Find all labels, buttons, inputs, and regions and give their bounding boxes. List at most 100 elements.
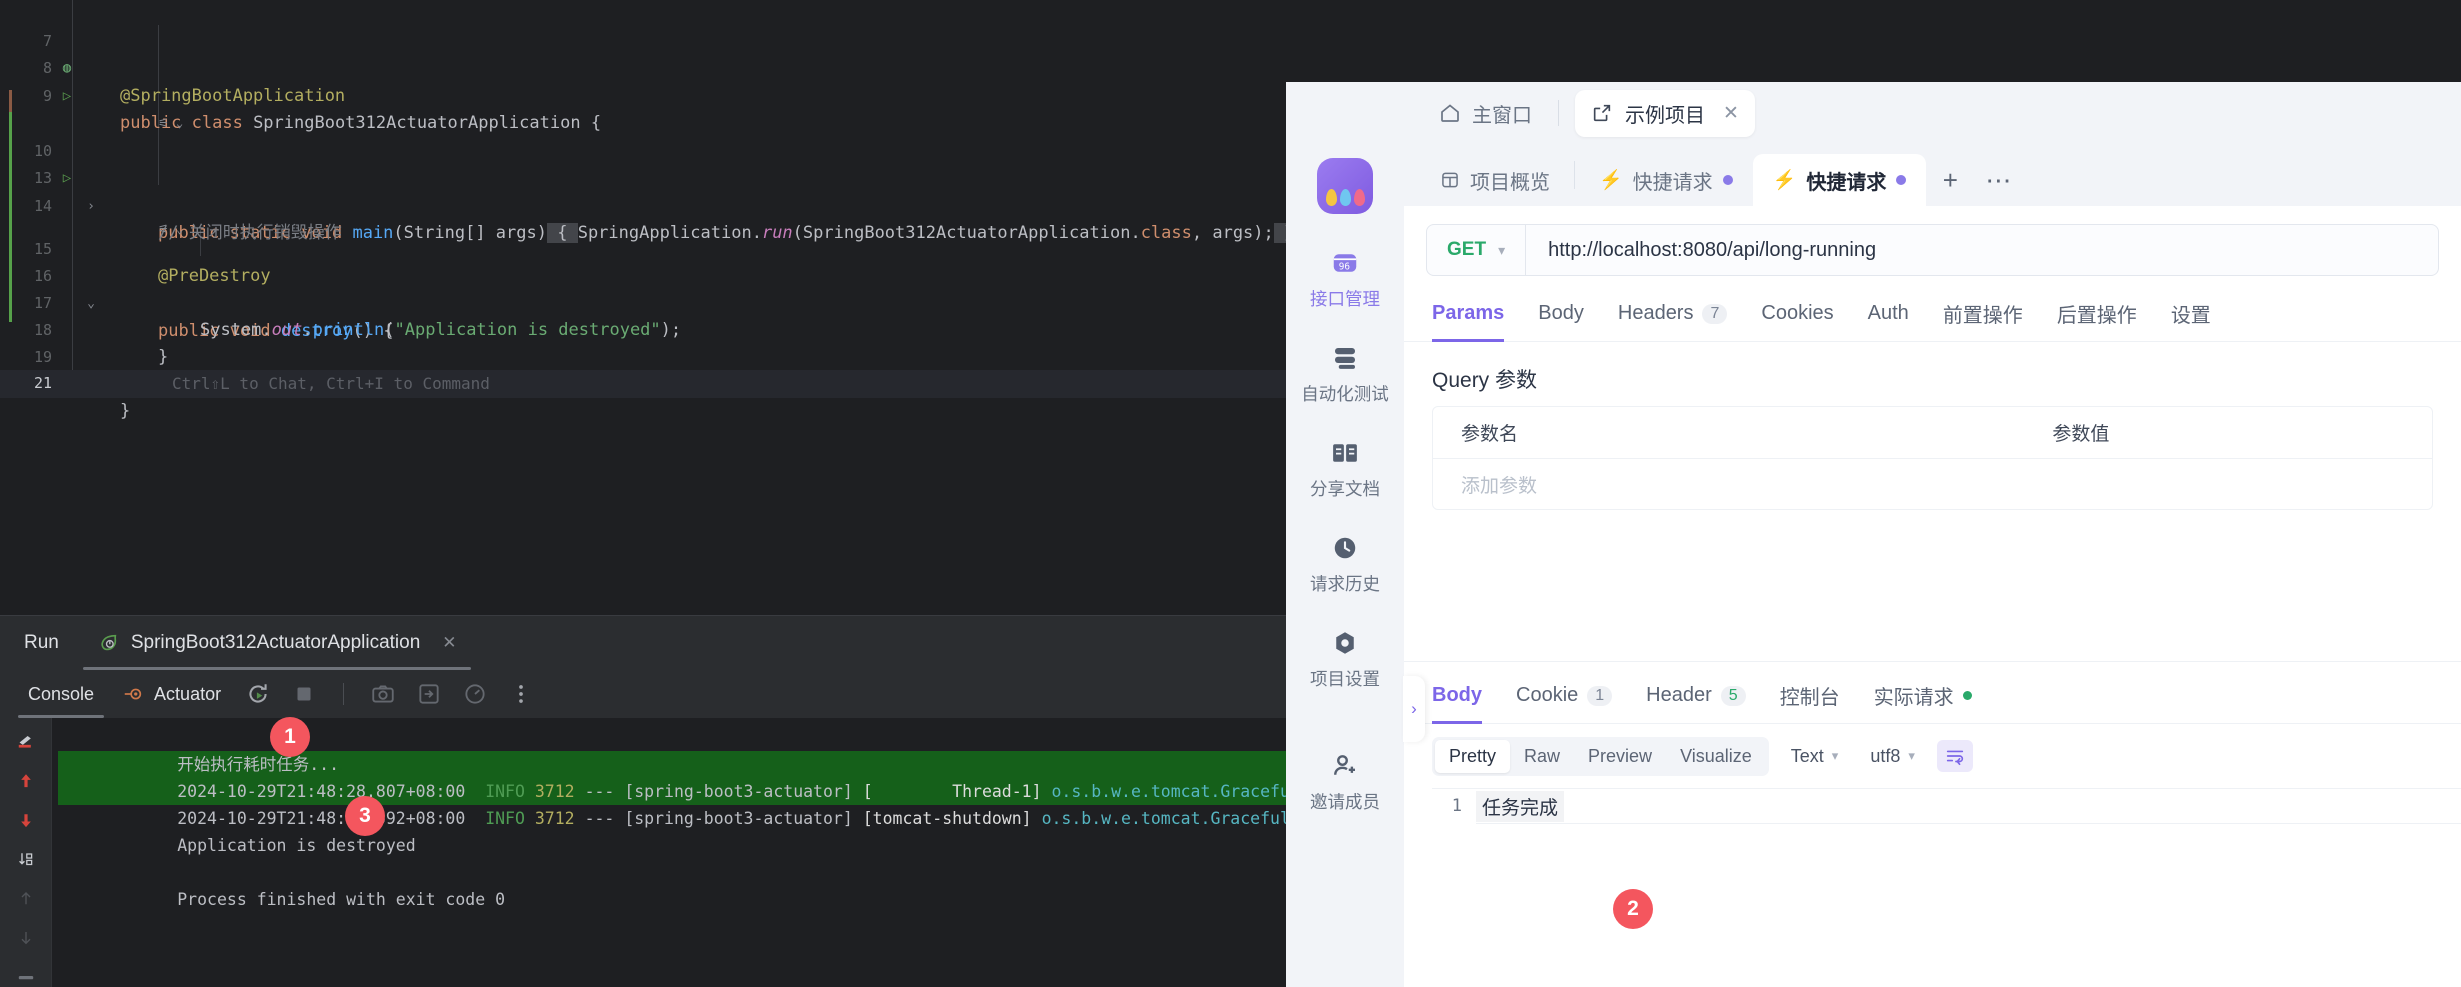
- sidebar-item-label: 项目设置: [1310, 669, 1380, 689]
- tab-label: 项目概览: [1470, 171, 1550, 194]
- format-selector[interactable]: Text ▾: [1781, 746, 1849, 767]
- console-text: Process finished with exit code 0: [177, 890, 506, 909]
- gauge-icon[interactable]: [462, 681, 488, 707]
- project-tab[interactable]: 示例项目 ✕: [1575, 89, 1755, 137]
- console-dash: ---: [584, 782, 615, 801]
- headers-count-badge: 7: [1702, 303, 1728, 324]
- tab-label: Headers: [1617, 302, 1694, 324]
- tab-body[interactable]: Body: [1538, 286, 1584, 342]
- add-param-input[interactable]: 添加参数: [1433, 471, 2052, 498]
- tab-label: 控制台: [1779, 687, 1840, 709]
- tab-label: Cookie: [1516, 684, 1579, 706]
- camera-icon[interactable]: [370, 681, 396, 707]
- tab-label: Auth: [1867, 302, 1909, 324]
- close-icon[interactable]: ✕: [442, 633, 456, 653]
- sidebar-item-invite-member[interactable]: 邀请成员: [1286, 751, 1404, 814]
- code-editor[interactable]: 7 ◍ @SpringBootApplication 8 ▷ public cl…: [0, 0, 1286, 615]
- tab-params[interactable]: Params: [1432, 286, 1505, 342]
- line-number: 21: [33, 374, 52, 392]
- tab-quick-request-1[interactable]: ⚡ 快捷请求: [1579, 154, 1753, 206]
- main-window-label: 主窗口: [1472, 104, 1532, 127]
- view-mode-visualize[interactable]: Visualize: [1666, 740, 1766, 773]
- view-mode-pretty[interactable]: Pretty: [1435, 739, 1511, 773]
- ai-hint-row[interactable]: 21 Ctrl⇧L to Chat, Ctrl+I to Command: [0, 370, 1286, 398]
- tab-response-header[interactable]: Header 5: [1646, 668, 1746, 724]
- svg-text:96: 96: [1339, 261, 1351, 272]
- sidebar-item-request-history[interactable]: 请求历史: [1286, 533, 1404, 596]
- next-occurrence-icon[interactable]: [13, 811, 39, 830]
- clear-all-icon[interactable]: [13, 968, 39, 987]
- code-line: 10 ▷ › public static void main(String[] …: [0, 110, 1286, 243]
- apifox-body: 96 接口管理 自动化测试 分享文档 请求历史 项目设置 邀请成员 项目概览 ⚡…: [1286, 144, 2461, 987]
- code-line: 15 @PreDestroy: [0, 208, 1286, 287]
- tab-console[interactable]: Console: [17, 670, 105, 718]
- method-selector[interactable]: GET ▾: [1427, 225, 1527, 275]
- tab-cookies[interactable]: Cookies: [1761, 286, 1833, 342]
- logo-drop-pink: [1353, 189, 1365, 206]
- run-configuration-tab[interactable]: SpringBoot312ActuatorApplication ✕: [82, 616, 471, 670]
- sidebar-item-project-settings[interactable]: 项目设置: [1286, 628, 1404, 691]
- rerun-icon[interactable]: [245, 681, 271, 707]
- response-body-viewer[interactable]: 1 任务完成: [1432, 788, 2461, 987]
- new-tab-button[interactable]: +: [1926, 154, 1974, 206]
- tab-post-operation[interactable]: 后置操作: [2057, 286, 2137, 342]
- tab-auth[interactable]: Auth: [1868, 286, 1909, 342]
- tab-label: Params: [1432, 302, 1505, 324]
- sidebar-item-api-management[interactable]: 96 接口管理: [1286, 248, 1404, 311]
- apifox-sidebar: 96 接口管理 自动化测试 分享文档 请求历史 项目设置 邀请成员: [1286, 144, 1404, 987]
- code-line: 9: [0, 55, 1286, 105]
- tab-more-button[interactable]: ⋯: [1974, 154, 2022, 206]
- code-line: 18 }: [0, 289, 1286, 368]
- console-output[interactable]: 开始执行耗时任务... 2024-10-29T21:48:28.807+08:0…: [52, 718, 1286, 987]
- sidebar-item-label: 请求历史: [1310, 574, 1380, 594]
- more-options-icon[interactable]: [508, 681, 534, 707]
- stop-icon[interactable]: [291, 681, 317, 707]
- apifox-window: 主窗口 示例项目 ✕ 96 接口管理 自动化测试 分享文档 请求历史 项目设置 …: [1286, 82, 2461, 987]
- import-icon[interactable]: [416, 681, 442, 707]
- tab-actuator[interactable]: Actuator: [118, 670, 225, 718]
- main-window-tab[interactable]: 主窗口: [1428, 93, 1542, 134]
- console-level: INFO: [485, 782, 525, 801]
- apifox-logo: [1317, 158, 1373, 214]
- view-mode-preview[interactable]: Preview: [1574, 740, 1666, 773]
- url-input[interactable]: http://localhost:8080/api/long-running: [1526, 239, 1876, 262]
- tab-label: Cookies: [1761, 302, 1834, 324]
- previous-occurrence-icon[interactable]: [13, 771, 39, 790]
- close-icon[interactable]: ✕: [1723, 102, 1739, 125]
- tab-response-console[interactable]: 控制台: [1780, 668, 1840, 724]
- tab-label: 快捷请求: [1806, 171, 1887, 194]
- code-text: }: [120, 401, 131, 421]
- tab-response-body[interactable]: Body: [1432, 668, 1482, 724]
- tab-label: 实际请求: [1873, 687, 1954, 709]
- scroll-to-end-icon[interactable]: [13, 850, 39, 869]
- tab-headers[interactable]: Headers 7: [1618, 286, 1728, 342]
- scroll-up-icon[interactable]: [13, 889, 39, 908]
- request-tabs: Params Body Headers 7 Cookies Auth 前置操作 …: [1404, 286, 2461, 342]
- tab-actual-request[interactable]: 实际请求: [1874, 668, 1972, 724]
- scroll-down-icon[interactable]: [13, 928, 39, 947]
- view-mode-raw[interactable]: Raw: [1510, 740, 1574, 773]
- table-row[interactable]: 添加参数: [1433, 459, 2432, 509]
- console-line: Process finished with exit code 0: [58, 859, 1286, 909]
- expand-sidebar-handle[interactable]: ›: [1403, 676, 1425, 742]
- external-project-icon: [1593, 104, 1611, 122]
- unsaved-dot: [1896, 175, 1907, 185]
- console-pid: 3712: [534, 809, 575, 828]
- logo-drop-blue: [1339, 189, 1351, 206]
- tab-quick-request-2[interactable]: ⚡ 快捷请求: [1752, 154, 1927, 206]
- tab-response-cookie[interactable]: Cookie 1: [1516, 668, 1613, 724]
- unsaved-dot: [1722, 175, 1733, 185]
- tab-settings[interactable]: 设置: [2171, 286, 2211, 342]
- toggle-wrap-button[interactable]: [1936, 740, 1973, 772]
- soft-wrap-icon[interactable]: [13, 732, 39, 751]
- tab-actuator-label: Actuator: [154, 683, 222, 704]
- sidebar-item-share-docs[interactable]: 分享文档: [1286, 438, 1404, 501]
- query-params-table: 参数名 参数值 添加参数: [1432, 406, 2433, 510]
- tab-pre-operation[interactable]: 前置操作: [1943, 286, 2023, 342]
- code-line: 16 ⌄ public void destroy() {: [0, 235, 1286, 341]
- sidebar-item-automation-test[interactable]: 自动化测试: [1286, 343, 1404, 406]
- inlay-hint-row: ⚟ ⌄: [0, 83, 1286, 130]
- charset-selector[interactable]: utf8 ▾: [1860, 746, 1925, 767]
- tab-project-overview[interactable]: 项目概览: [1420, 154, 1570, 206]
- titlebar-divider: [1558, 100, 1559, 126]
